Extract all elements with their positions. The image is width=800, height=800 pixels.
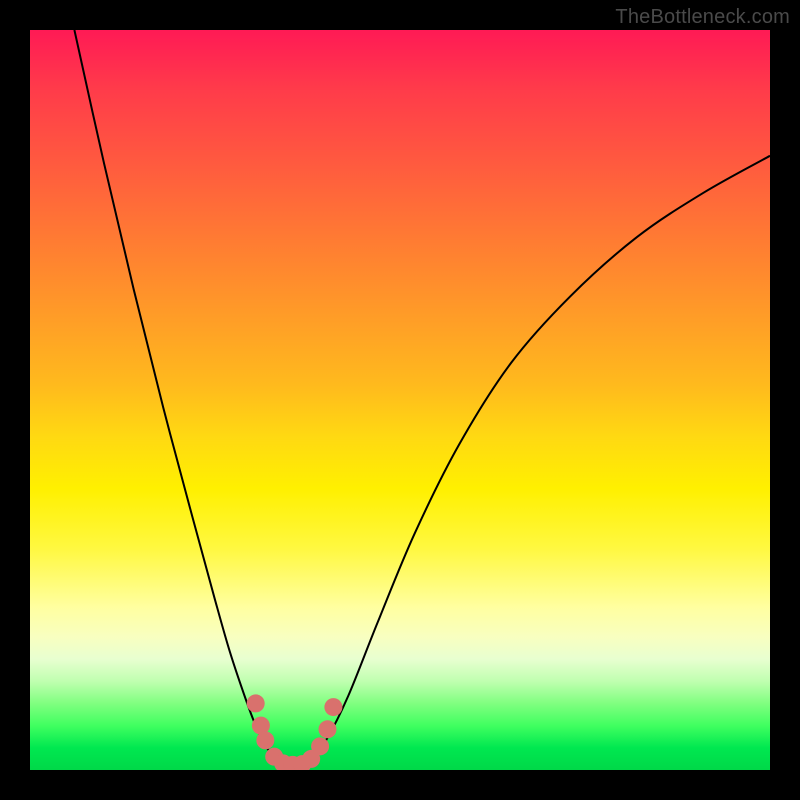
highlight-dot	[311, 737, 329, 755]
curve-layer	[30, 30, 770, 770]
curve-right	[311, 156, 770, 759]
highlight-dot	[318, 720, 336, 738]
highlight-dot	[324, 698, 342, 716]
chart-frame: TheBottleneck.com	[0, 0, 800, 800]
highlight-dot	[247, 694, 265, 712]
watermark-text: TheBottleneck.com	[615, 6, 790, 29]
curve-left	[74, 30, 278, 759]
highlight-dot	[256, 731, 274, 749]
plot-area	[30, 30, 770, 770]
highlight-dots	[247, 694, 343, 770]
